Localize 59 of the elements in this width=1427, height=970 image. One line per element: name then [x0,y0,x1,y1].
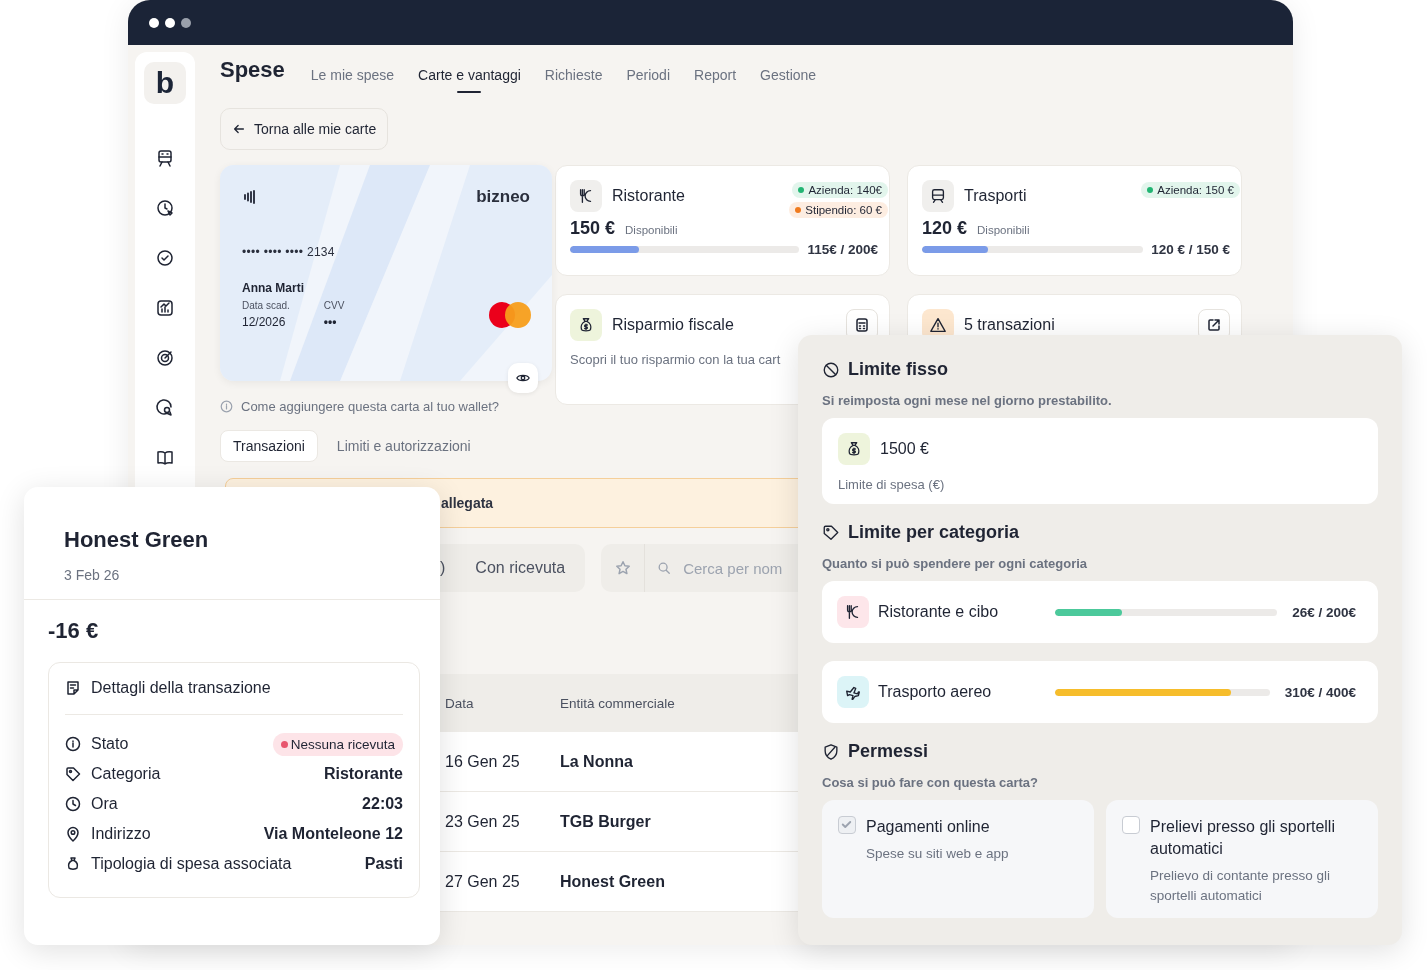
column-header: Entità commerciale [560,695,676,711]
tag-label: Azienda: 150 € [1157,184,1234,196]
section-subtitle: Cosa si può fare con questa carta? [822,775,1039,790]
category-name: Ristorante e cibo [878,603,1000,621]
field-value: Ristorante [323,765,403,783]
info-title: 5 transazioni [964,316,1055,334]
card-brand: bizneo [476,187,530,207]
card-number: •••• •••• •••• 2134 [242,245,336,259]
spend-reading: 310€ / 400€ [1284,684,1356,700]
permission-title: Prelievi presso gli sportelli automatici [1150,817,1336,859]
expiry-label: Data scad. [242,300,290,311]
available-label: Disponibili [625,224,678,236]
merchant-cell: La Nonna [560,752,633,771]
available-amount: 120 € [922,218,968,239]
field-value: Via Monteleone 12 [263,825,403,843]
section-title: Limite per categoria [848,522,1020,543]
status-badge: Nessuna ricevuta [272,732,403,756]
spend-reading: 120 € / 150 € [1151,242,1230,257]
date-cell: 27 Gen 25 [445,872,520,891]
cvv-value: ••• [323,315,338,329]
column-header: Data [445,695,475,711]
card-holder: Anna Marti [242,281,305,295]
budget-name: Trasporti [964,187,1027,205]
permission-title: Pagamenti online [866,817,991,837]
limit-amount: 1500 € [880,440,929,458]
merchant-cell: Honest Green [560,872,665,891]
transaction-date: 3 Feb 26 [64,567,121,583]
field-label: Ora [91,795,119,813]
info-text: Scopri il tuo risparmio con la tua cart [570,352,782,367]
permission-description: Prelievo di contante presso gli sportelli automatici [1150,867,1332,905]
available-label: Disponibili [977,224,1030,236]
available-amount: 150 € [570,218,616,239]
page-title: Spese [220,57,285,83]
expiry-date: 12/2026 [242,315,287,329]
category-name: Trasporto aereo [878,683,993,701]
tag-label: Stipendio: 60 € [805,204,882,216]
limit-label: Limite di spesa (€) [838,477,946,492]
merchant-title: Honest Green [64,527,210,553]
date-cell: 23 Gen 25 [445,812,520,831]
date-cell: 16 Gen 25 [445,752,520,771]
section-subtitle: Quanto si può spendere per ogni categoria [822,556,1089,571]
field-label: Indirizzo [91,825,152,843]
field-label: Categoria [91,765,162,783]
cvv-label: CVV [323,300,345,311]
section-title: Permessi [848,741,929,762]
field-value: 22:03 [362,795,403,813]
banner-text: allegata [441,495,494,511]
transaction-amount: -16 € [47,617,100,644]
merchant-cell: TGB Burger [560,812,651,831]
details-title: Dettagli della transazione [91,679,271,697]
permission-description: Spese su siti web e app [866,845,1009,863]
budget-name: Ristorante [612,187,685,205]
spend-reading: 26€ / 200€ [1292,604,1356,620]
tag-label: Azienda: 140€ [808,184,882,196]
spend-reading: 115€ / 200€ [807,242,878,257]
field-label: Stato [91,735,130,753]
info-title: Risparmio fiscale [612,316,734,334]
field-value: Pasti [364,855,403,873]
field-label: Tipologia di spesa associata [91,855,293,873]
